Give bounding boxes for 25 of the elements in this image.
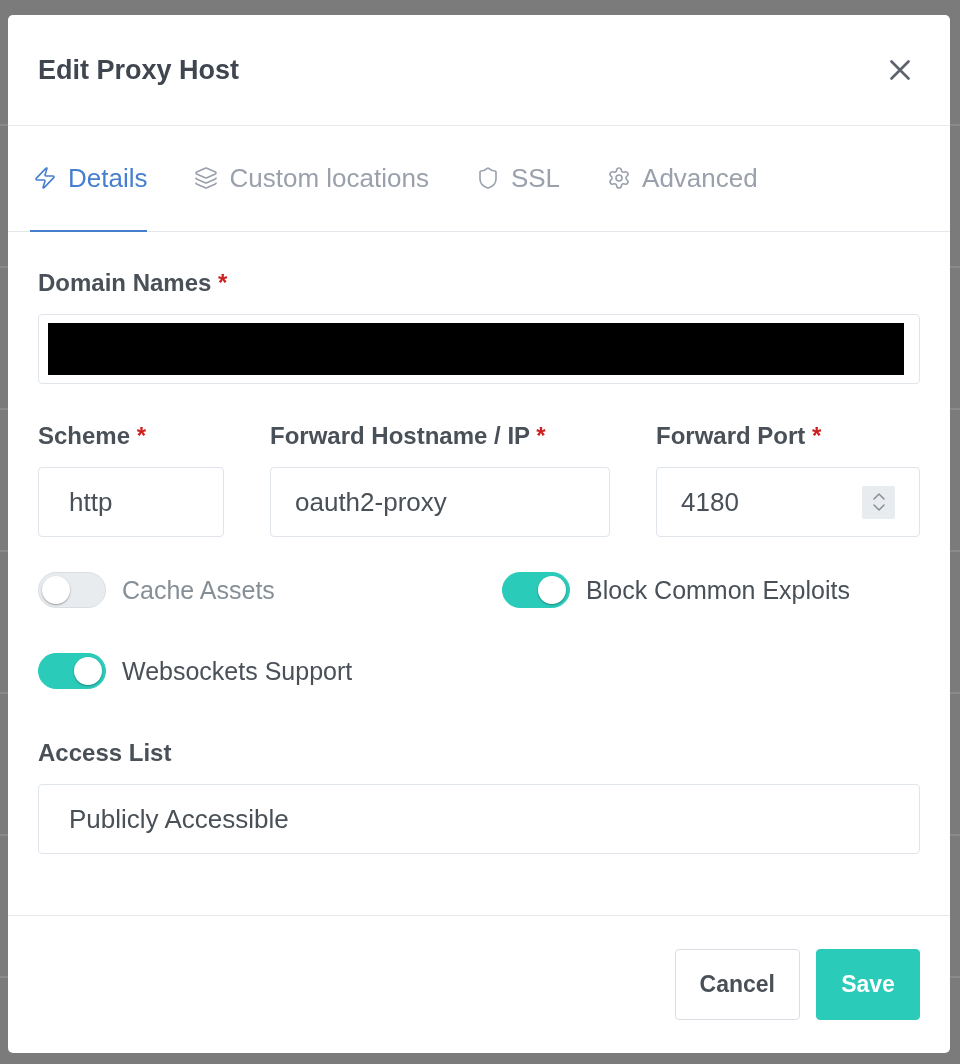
toggle-label: Block Common Exploits: [586, 575, 850, 605]
select-field[interactable]: http: [38, 467, 224, 537]
cancel-button[interactable]: Cancel: [674, 949, 800, 1020]
tab[interactable]: Details: [30, 126, 148, 232]
stepper-icon[interactable]: [862, 485, 895, 519]
toggle-switch[interactable]: [38, 653, 106, 689]
field-label: Domain Names *: [38, 271, 229, 295]
settings-icon: [607, 166, 632, 190]
layers-icon: [194, 166, 219, 190]
field-label: Forward Port *: [656, 424, 823, 448]
toggle-label: Cache Assets: [122, 575, 275, 605]
field-label: Scheme *: [38, 424, 148, 448]
select-field[interactable]: Publicly Accessible: [38, 784, 920, 854]
field-label: Access List: [38, 741, 173, 765]
toggle-switch[interactable]: [502, 572, 570, 608]
close-button[interactable]: [890, 60, 910, 80]
number-field[interactable]: 4180: [656, 467, 920, 537]
close-icon: [890, 60, 910, 80]
lightning-icon: [33, 166, 57, 190]
input-field[interactable]: [38, 314, 920, 384]
toggle-switch[interactable]: [38, 572, 106, 608]
input-field[interactable]: oauth2-proxy: [270, 467, 610, 537]
field-label: Forward Hostname / IP *: [270, 424, 547, 448]
dialog-title: Edit Proxy Host: [38, 54, 240, 86]
toggle-label: Websockets Support: [122, 656, 353, 686]
